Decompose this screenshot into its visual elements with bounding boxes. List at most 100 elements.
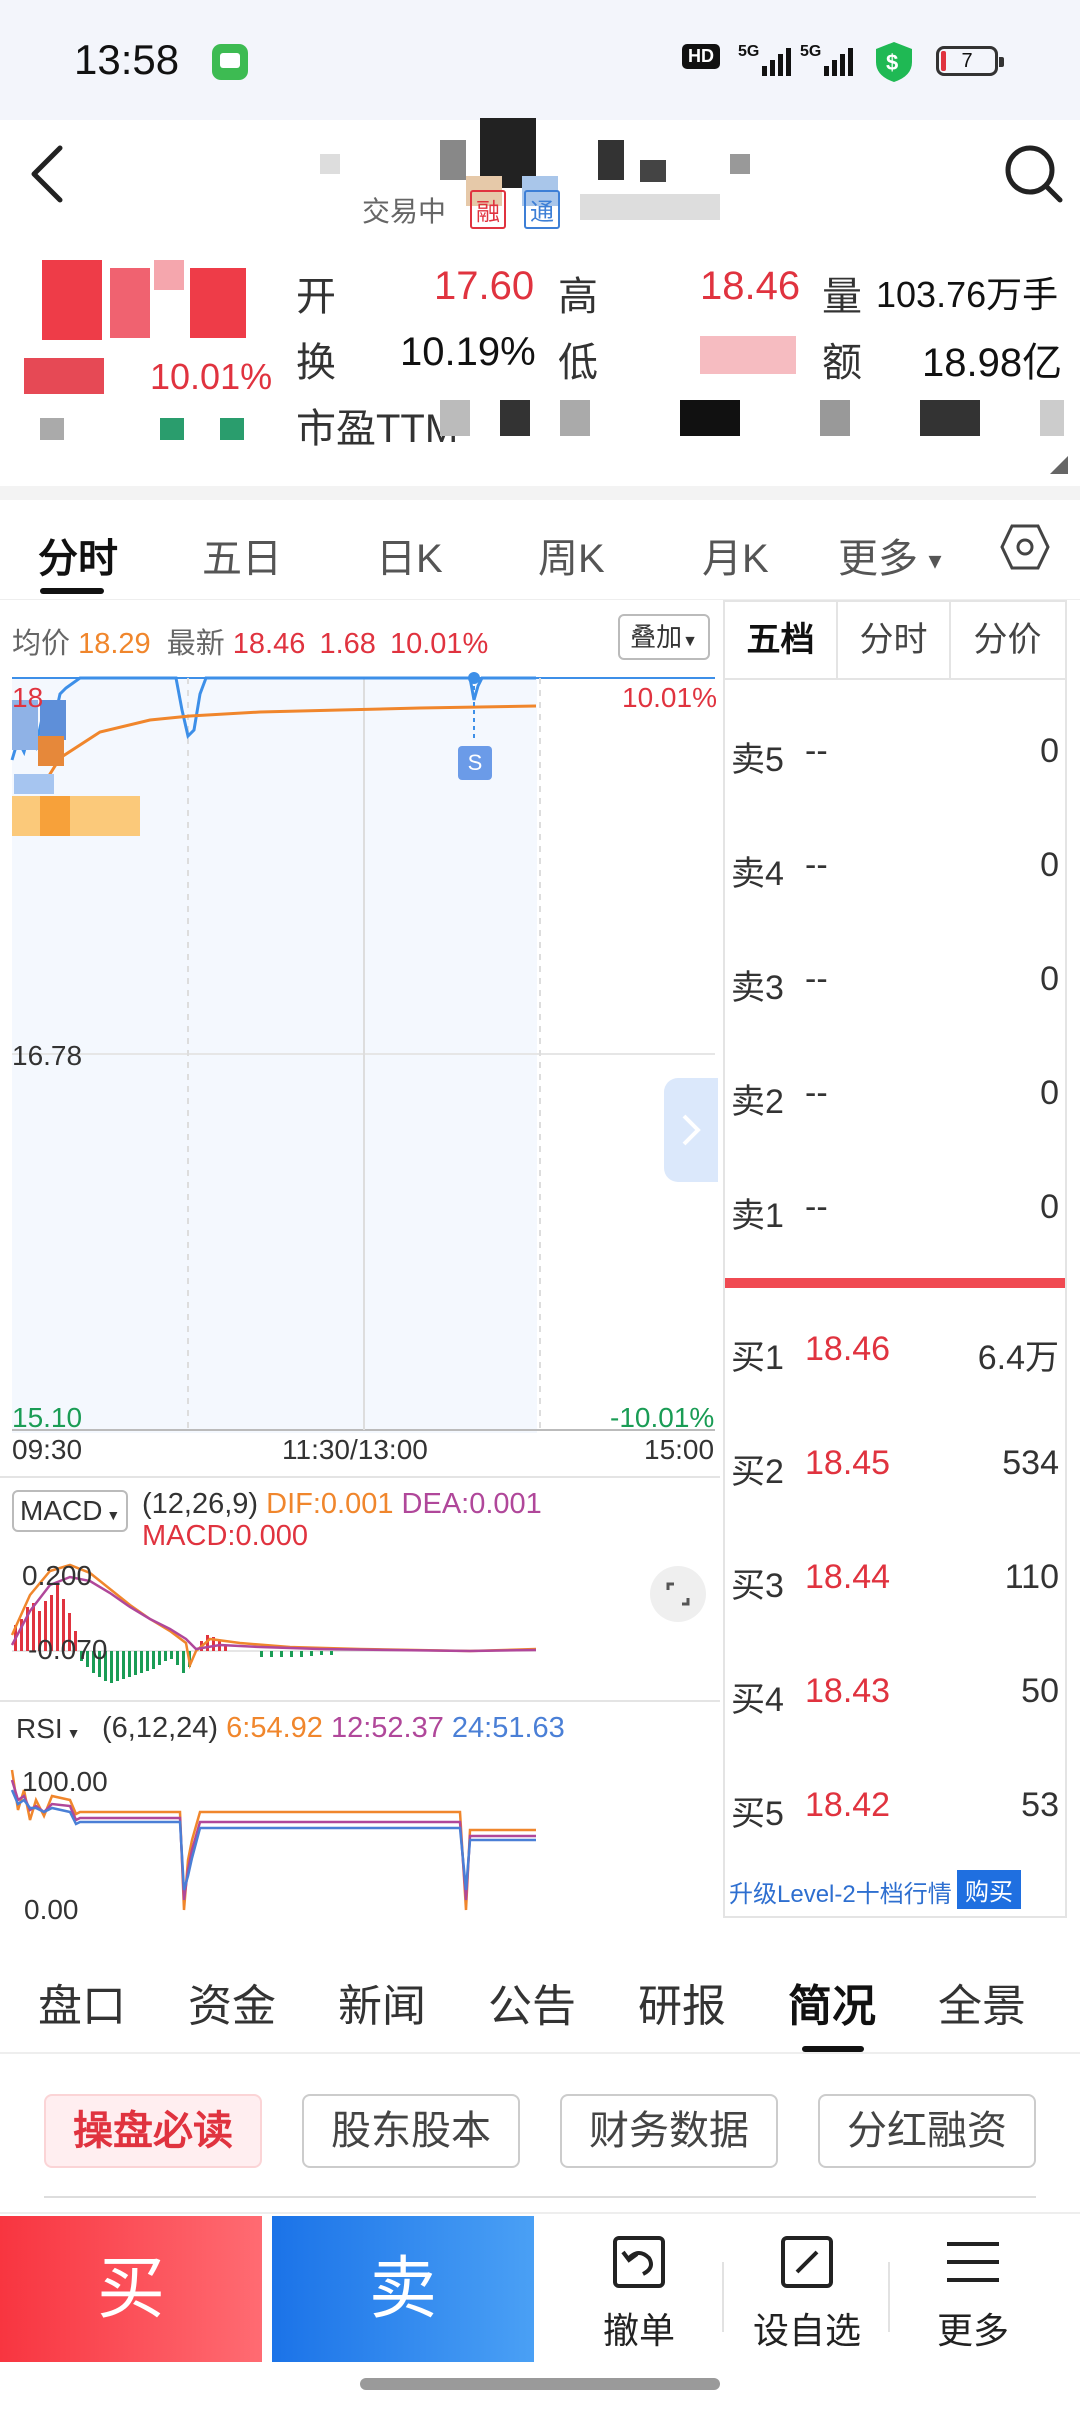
upgrade-link[interactable]: 升级Level-2十档行情 [729,1874,952,1909]
ask-row[interactable]: 卖1 -- 0 [725,1188,1065,1248]
ask-price: -- [805,732,828,770]
low-label: 低 [558,341,598,385]
tab-weekly-k[interactable]: 周K [538,526,605,584]
macd-selector-label: MACD [20,1495,103,1526]
time-end: 15:00 [644,1434,715,1465]
buy-level2-button[interactable]: 购买 [957,1870,1021,1909]
tab-funds[interactable]: 资金 [188,1970,276,2034]
sell-button[interactable]: 卖 [272,2216,534,2362]
ask-row[interactable]: 卖3 -- 0 [725,960,1065,1020]
pill-trading-must-read[interactable]: 操盘必读 [44,2094,262,2168]
ask-label: 卖1 [731,1197,784,1235]
macd-chart[interactable] [0,1555,720,1705]
home-indicator [360,2378,720,2390]
overlay-button[interactable]: 叠加▼ [618,614,710,660]
tab-more[interactable]: 更多 ▼ [838,526,946,584]
macd-dif: DIF:0.001 [266,1488,394,1520]
ask-row[interactable]: 卖2 -- 0 [725,1074,1065,1134]
tab-daily-k[interactable]: 日K [376,526,443,584]
y-mid-label: 16.78 [12,1040,83,1071]
stock-name-obscured [310,110,770,206]
macd-value: MACD:0.000 [142,1520,309,1552]
pill-dividends[interactable]: 分红融资 [818,2094,1036,2168]
back-button[interactable] [22,142,70,206]
pill-shareholders[interactable]: 股东股本 [302,2094,520,2168]
high-value: 18.46 [700,264,801,308]
rsi-chart[interactable] [0,1760,720,1920]
ask-row[interactable]: 卖4 -- 0 [725,846,1065,906]
pill-financials[interactable]: 财务数据 [560,2094,778,2168]
order-book: 五档 分时 分价 卖5 -- 0 卖4 -- 0 卖3 -- 0 卖2 -- 0 卖1 -- 0 买… [723,600,1067,1918]
tab-news[interactable]: 新闻 [338,1970,426,2034]
edit-icon [781,2236,833,2288]
ask-price: -- [805,1188,828,1226]
rsi12-value: 12:52.37 [330,1712,444,1744]
intraday-chart[interactable] [0,670,720,1450]
expand-corner-icon[interactable] [1050,456,1068,479]
signal-marker[interactable]: S [458,746,492,780]
avg-value: 18.29 [78,628,151,660]
tab-research[interactable]: 研报 [638,1970,726,2034]
search-button[interactable] [1000,140,1066,206]
tab-tick[interactable]: 分时 [838,602,951,678]
tab-profile[interactable]: 简况 [788,1970,876,2034]
tab-five-levels[interactable]: 五档 [725,602,838,678]
tab-five-day[interactable]: 五日 [202,526,282,584]
spread-divider [725,1278,1065,1288]
y-bottom-pct: -10.01% [610,1402,715,1433]
rsi-selector[interactable]: RSI ▼ [12,1710,84,1750]
tab-more-label: 更多 [838,537,918,581]
rsi-selector-label: RSI [16,1713,63,1744]
add-watchlist-button[interactable]: 设自选 [732,2232,882,2354]
fullscreen-icon[interactable] [650,1566,706,1622]
bid-price: 18.46 [805,1330,891,1368]
bid-price: 18.45 [805,1444,891,1482]
rsi-y-bottom: 0.00 [24,1894,79,1925]
tab-underline [40,588,104,594]
tab-monthly-k[interactable]: 月K [702,526,769,584]
ask-volume: 0 [1040,1188,1059,1226]
bid-row[interactable]: 买4 18.43 50 [725,1672,1065,1732]
rsi6-value: 6:54.92 [226,1712,323,1744]
low-value-obscured [700,336,796,374]
svg-text:5G: 5G [800,43,821,60]
ask-row[interactable]: 卖5 -- 0 [725,732,1065,792]
bid-label: 买2 [731,1453,784,1491]
watch-label: 设自选 [752,2310,861,2351]
info-tab-underline [802,2046,864,2052]
y-bottom-label: 15.10 [12,1402,83,1433]
rsi-params: (6,12,24) [102,1712,219,1744]
bid-label: 买5 [731,1795,784,1833]
hd-icon: HD [682,44,720,69]
macd-params: (12,26,9) [142,1488,259,1520]
signal-icon: 5G 5G [738,40,868,85]
bid-volume: 50 [1021,1672,1059,1710]
bid-row[interactable]: 买2 18.45 534 [725,1444,1065,1504]
bid-label: 买1 [731,1339,784,1377]
more-button[interactable]: 更多 [898,2232,1048,2354]
stock-code-obscured [580,194,720,220]
tab-price-volume[interactable]: 分价 [951,602,1064,678]
y-top-label: 18 [12,682,44,713]
bid-price: 18.43 [805,1672,891,1710]
bid-row[interactable]: 买3 18.44 110 [725,1558,1065,1618]
change-pct: 10.01% [389,628,489,660]
bid-volume: 110 [1004,1558,1059,1596]
tab-quote[interactable]: 盘口 [38,1970,126,2034]
bid-price: 18.42 [805,1786,891,1824]
price-sub-obscured [30,418,250,442]
chart-settings-icon[interactable] [1000,522,1050,577]
tab-announcements[interactable]: 公告 [488,1970,576,2034]
order-book-tabs: 五档 分时 分价 [725,602,1065,680]
expand-panel-icon[interactable] [664,1078,718,1182]
bid-row[interactable]: 买1 18.46 6.4万 [725,1330,1065,1390]
bid-row[interactable]: 买5 18.42 53 [725,1786,1065,1846]
overlay-label: 叠加 [630,622,683,652]
tab-intraday[interactable]: 分时 [38,526,118,584]
macd-selector[interactable]: MACD ▼ [12,1490,129,1532]
ask-volume: 0 [1040,1074,1059,1112]
buy-button[interactable]: 买 [0,2216,262,2362]
cancel-order-button[interactable]: 撤单 [564,2232,714,2354]
tab-overview[interactable]: 全景 [938,1970,1026,2034]
bid-volume: 6.4万 [977,1339,1059,1377]
